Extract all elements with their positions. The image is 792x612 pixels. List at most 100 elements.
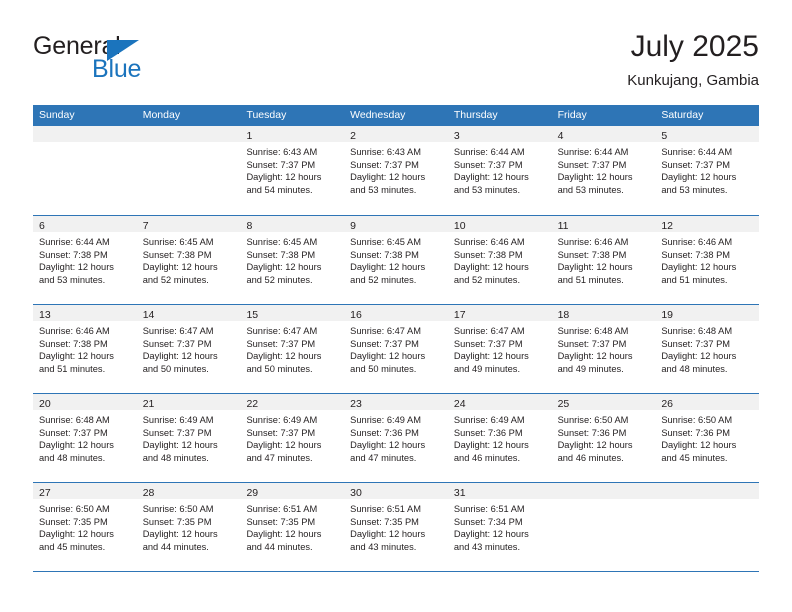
sunrise-time: Sunrise: 6:47 AM [350,326,421,336]
day-number: 10 [453,220,466,232]
day-cell[interactable]: 29 Sunrise: 6:51 AM Sunset: 7:35 PM Dayligh… [240,483,345,571]
day-number: 29 [246,487,259,499]
daylight-duration: Daylight: 12 hours and 44 minutes. [142,529,218,552]
sunset-time: Sunset: 7:37 PM [661,338,731,349]
day-cell[interactable]: 15 Sunrise: 6:47 AM Sunset: 7:37 PM Dayligh… [240,305,345,393]
sunset-time: Sunset: 7:38 PM [350,249,419,260]
day-number: 7 [142,220,149,232]
day-number-strip: 8 [240,216,345,232]
day-number: 8 [246,220,253,232]
calendar-week-row: 27 Sunrise: 6:50 AM Sunset: 7:35 PM Dayligh… [33,482,760,571]
day-cell[interactable]: 3 Sunrise: 6:44 AM Sunset: 7:37 PM Daylight… [447,126,552,215]
sunset-time: Sunset: 7:38 PM [661,249,731,260]
daylight-duration: Daylight: 12 hours and 45 minutes. [661,440,737,463]
sunrise-time: Sunrise: 6:48 AM [557,326,629,336]
day-cell[interactable]: 19 Sunrise: 6:48 AM Sunset: 7:37 PM Dayligh… [655,305,760,393]
weekday-header-wednesday: Wednesday [350,109,406,121]
day-number: 1 [246,130,253,142]
day-number: 30 [350,487,362,499]
day-cell[interactable]: 20 Sunrise: 6:48 AM Sunset: 7:37 PM Dayligh… [33,394,137,482]
calendar-weeks: 1 Sunrise: 6:43 AM Sunset: 7:37 PM Daylight… [33,126,760,571]
day-number-strip: 5 [655,126,760,142]
sunrise-time: Sunrise: 6:47 AM [246,326,318,336]
day-cell[interactable]: 17 Sunrise: 6:47 AM Sunset: 7:37 PM Dayligh… [447,305,552,393]
day-cell[interactable]: 26 Sunrise: 6:50 AM Sunset: 7:36 PM Dayligh… [655,394,760,482]
weekday-header-thursday: Thursday [453,109,498,121]
day-cell[interactable]: 16 Sunrise: 6:47 AM Sunset: 7:37 PM Dayligh… [344,305,448,393]
sunrise-time: Sunrise: 6:45 AM [246,237,318,247]
sunrise-time: Sunrise: 6:50 AM [557,415,629,425]
day-number: 21 [142,398,155,410]
day-cell[interactable]: 27 Sunrise: 6:50 AM Sunset: 7:35 PM Dayligh… [33,483,137,571]
day-cell[interactable]: 6 Sunrise: 6:44 AM Sunset: 7:38 PM Daylight… [33,216,137,304]
day-number: 6 [39,220,45,232]
generalblue-logo[interactable]: General Blue [33,32,253,92]
day-number: 12 [661,220,673,232]
daylight-duration: Daylight: 12 hours and 52 minutes. [350,262,426,285]
sunset-time: Sunset: 7:36 PM [453,427,523,438]
daylight-duration: Daylight: 12 hours and 53 minutes. [661,172,737,195]
sunset-time: Sunset: 7:38 PM [39,338,108,349]
day-cell[interactable]: 9 Sunrise: 6:45 AM Sunset: 7:38 PM Daylight… [344,216,448,304]
sunset-time: Sunset: 7:38 PM [39,249,108,260]
day-number: 27 [39,487,51,499]
day-details: Sunrise: 6:48 AM Sunset: 7:37 PM Daylight:… [552,321,656,375]
day-number-strip: 12 [655,216,760,232]
day-number-strip: 30 [344,483,448,499]
day-number-strip: 7 [136,216,241,232]
day-cell[interactable]: 5 Sunrise: 6:44 AM Sunset: 7:37 PM Daylight… [655,126,760,215]
daylight-duration: Daylight: 12 hours and 50 minutes. [246,351,322,374]
sunrise-time: Sunrise: 6:45 AM [350,237,421,247]
day-cell[interactable]: 25 Sunrise: 6:50 AM Sunset: 7:36 PM Dayligh… [551,394,656,482]
day-number: 17 [453,309,466,321]
day-cell[interactable]: 7 Sunrise: 6:45 AM Sunset: 7:38 PM Daylight… [136,216,241,304]
day-cell[interactable]: 10 Sunrise: 6:46 AM Sunset: 7:38 PM Dayligh… [447,216,552,304]
daylight-duration: Daylight: 12 hours and 51 minutes. [39,351,114,374]
day-cell[interactable]: 8 Sunrise: 6:45 AM Sunset: 7:38 PM Daylight… [240,216,345,304]
daylight-duration: Daylight: 12 hours and 53 minutes. [39,262,114,285]
day-cell[interactable]: 22 Sunrise: 6:49 AM Sunset: 7:37 PM Dayligh… [240,394,345,482]
sunrise-time: Sunrise: 6:51 AM [453,504,525,514]
day-number-strip: 10 [447,216,552,232]
day-cell[interactable]: 14 Sunrise: 6:47 AM Sunset: 7:37 PM Dayligh… [136,305,241,393]
calendar-week-row: 13 Sunrise: 6:46 AM Sunset: 7:38 PM Dayligh… [33,304,760,393]
sunset-time: Sunset: 7:37 PM [246,427,316,438]
day-number-strip: 16 [344,305,448,321]
day-cell[interactable]: 13 Sunrise: 6:46 AM Sunset: 7:38 PM Dayligh… [33,305,137,393]
day-cell[interactable]: 12 Sunrise: 6:46 AM Sunset: 7:38 PM Dayligh… [655,216,760,304]
day-details: Sunrise: 6:50 AM Sunset: 7:35 PM Daylight:… [137,499,241,553]
day-number-strip: 11 [551,216,656,232]
day-details: Sunrise: 6:47 AM Sunset: 7:37 PM Daylight:… [448,321,552,375]
sunrise-time: Sunrise: 6:48 AM [661,326,733,336]
day-number-strip: 29 [240,483,345,499]
day-cell-empty [33,126,137,215]
day-details: Sunrise: 6:49 AM Sunset: 7:37 PM Daylight:… [240,410,344,464]
day-cell[interactable]: 31 Sunrise: 6:51 AM Sunset: 7:34 PM Dayligh… [447,483,552,571]
day-cell[interactable]: 28 Sunrise: 6:50 AM Sunset: 7:35 PM Dayligh… [136,483,241,571]
day-number-strip: 23 [344,394,448,410]
daylight-duration: Daylight: 12 hours and 52 minutes. [453,262,529,285]
daylight-duration: Daylight: 12 hours and 48 minutes. [661,351,737,374]
day-number: 15 [246,309,259,321]
day-cell[interactable]: 30 Sunrise: 6:51 AM Sunset: 7:35 PM Dayligh… [344,483,448,571]
day-cell[interactable]: 18 Sunrise: 6:48 AM Sunset: 7:37 PM Dayligh… [551,305,656,393]
day-cell[interactable]: 2 Sunrise: 6:43 AM Sunset: 7:37 PM Daylight… [344,126,448,215]
day-number-strip: 27 [33,483,137,499]
daylight-duration: Daylight: 12 hours and 46 minutes. [453,440,529,463]
day-cell[interactable]: 1 Sunrise: 6:43 AM Sunset: 7:37 PM Daylight… [240,126,345,215]
page-header: General Blue July 2025 Kunkujang, Gambia [33,30,759,98]
day-cell[interactable]: 23 Sunrise: 6:49 AM Sunset: 7:36 PM Dayligh… [344,394,448,482]
day-details: Sunrise: 6:47 AM Sunset: 7:37 PM Daylight:… [344,321,448,375]
weekday-header-sunday: Sunday [39,109,75,121]
day-number: 24 [453,398,466,410]
daylight-duration: Daylight: 12 hours and 44 minutes. [246,529,322,552]
calendar-week-row: 20 Sunrise: 6:48 AM Sunset: 7:37 PM Dayligh… [33,393,760,482]
day-details: Sunrise: 6:51 AM Sunset: 7:34 PM Daylight:… [448,499,552,553]
day-cell[interactable]: 24 Sunrise: 6:49 AM Sunset: 7:36 PM Dayligh… [447,394,552,482]
day-cell[interactable]: 21 Sunrise: 6:49 AM Sunset: 7:37 PM Dayligh… [136,394,241,482]
day-cell[interactable]: 11 Sunrise: 6:46 AM Sunset: 7:38 PM Dayligh… [551,216,656,304]
sunrise-time: Sunrise: 6:43 AM [246,147,318,157]
sunset-time: Sunset: 7:37 PM [453,159,523,170]
day-details: Sunrise: 6:46 AM Sunset: 7:38 PM Daylight:… [552,232,656,286]
day-cell[interactable]: 4 Sunrise: 6:44 AM Sunset: 7:37 PM Daylight… [551,126,656,215]
